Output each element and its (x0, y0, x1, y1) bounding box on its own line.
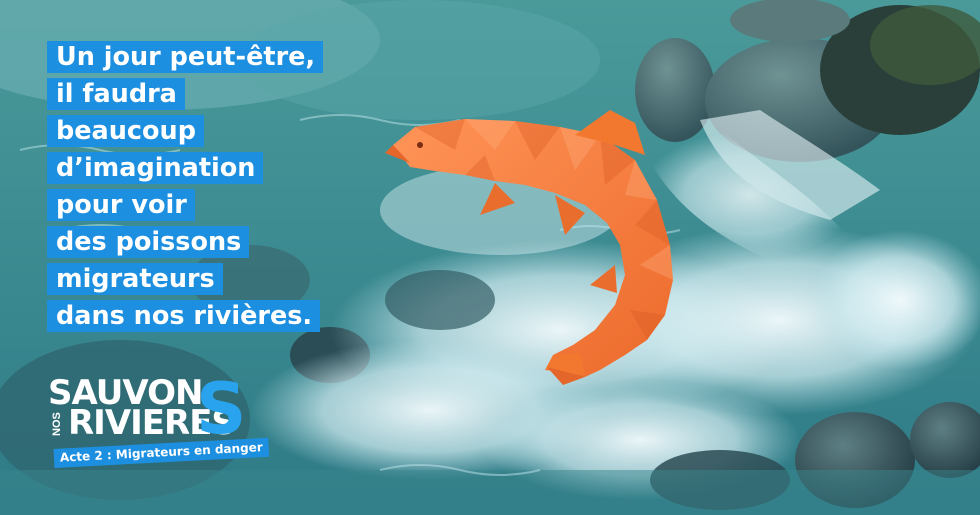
headline-line: migrateurs (47, 263, 323, 295)
headline-line: beaucoup (47, 115, 323, 147)
headline-line: d’imagination (47, 152, 323, 184)
headline: Un jour peut-être, il faudra beaucoup d’… (47, 41, 324, 337)
origami-salmon-icon (385, 110, 673, 385)
headline-line: dans nos rivières. (47, 300, 323, 332)
headline-line: pour voir (47, 189, 323, 221)
svg-text:NOS: NOS (51, 412, 63, 436)
campaign-logo: SAUVON NOS RIVIERES S Acte 2 : Migrateur… (48, 368, 278, 486)
headline-line: il faudra (47, 78, 323, 110)
logo-word-nos: NOS (51, 412, 63, 436)
headline-line: Un jour peut-être, (47, 41, 324, 73)
headline-line: des poissons (47, 226, 323, 258)
logo-big-s: S (196, 368, 247, 450)
